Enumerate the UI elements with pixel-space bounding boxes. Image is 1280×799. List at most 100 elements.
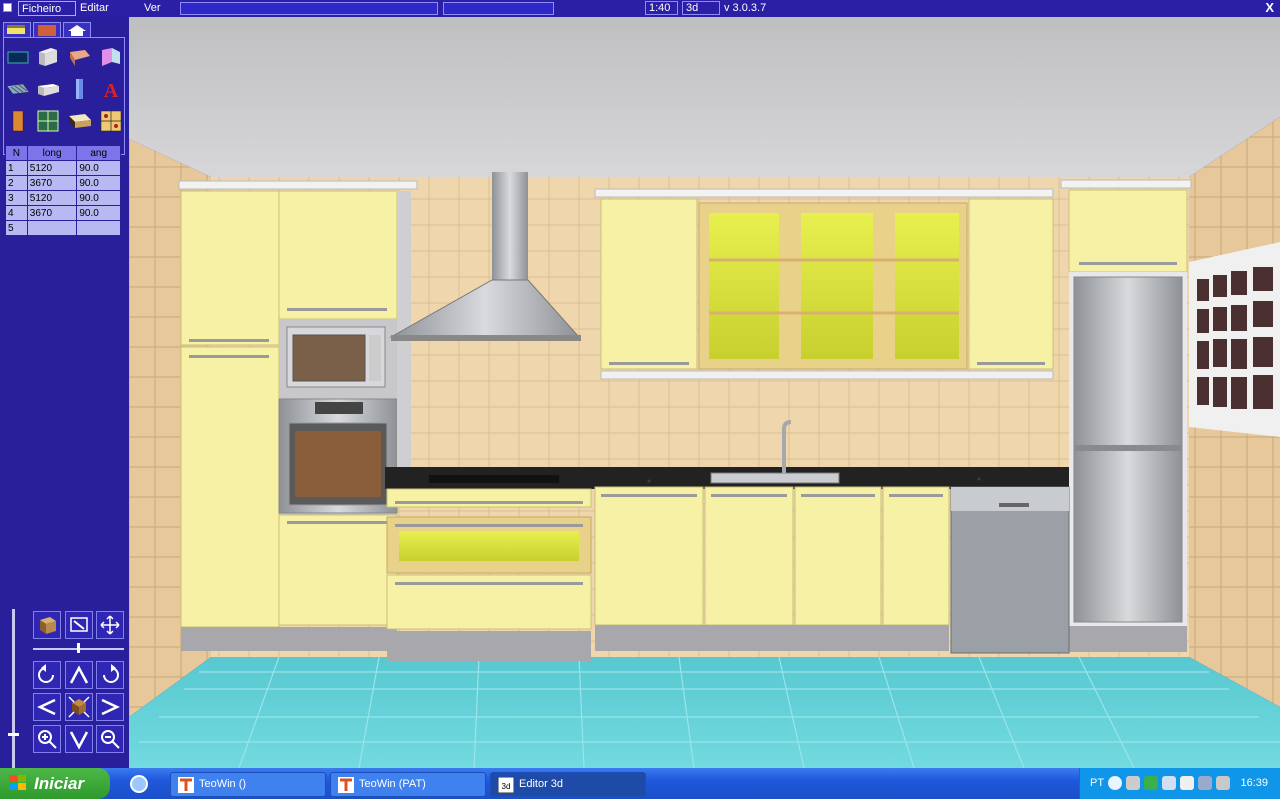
move-up-button[interactable] <box>65 661 93 689</box>
table-cell[interactable]: 90.0 <box>76 160 121 176</box>
toolbar-field-2[interactable] <box>443 2 554 15</box>
window-icon <box>37 110 59 132</box>
beam-icon <box>38 84 59 96</box>
table-cell[interactable]: 2 <box>5 175 28 191</box>
task-label: Editor 3d <box>519 778 564 790</box>
table-row[interactable]: 3 5120 90.0 <box>5 190 121 206</box>
close-button[interactable]: X <box>1265 0 1274 16</box>
connection-tray-icon[interactable] <box>1198 776 1212 790</box>
display-tray-icon[interactable] <box>1216 776 1230 790</box>
tool-tiles[interactable] <box>98 108 124 134</box>
arrow-left-icon <box>37 698 56 716</box>
move-down-button[interactable] <box>65 725 93 753</box>
zoom-slider-track[interactable] <box>12 609 15 769</box>
walls-tab-icon <box>7 25 25 34</box>
arrow-right-icon <box>101 698 120 716</box>
view-mode-display[interactable]: 3d <box>682 1 720 15</box>
browser-quicklaunch-icon[interactable] <box>130 775 148 793</box>
move-right-button[interactable] <box>96 693 124 721</box>
table-row[interactable]: 5 <box>5 220 121 236</box>
tool-wall-3d[interactable] <box>35 44 61 70</box>
table-cell[interactable]: 90.0 <box>76 190 121 206</box>
worktop-icon <box>69 114 91 128</box>
menu-editar[interactable]: Editar <box>77 1 112 16</box>
rotate-left-button[interactable] <box>33 661 61 689</box>
printer-tray-icon[interactable] <box>1126 776 1140 790</box>
tool-wall-rect[interactable] <box>5 44 31 70</box>
tool-grid: A <box>3 37 125 155</box>
3d-viewport[interactable] <box>129 17 1280 768</box>
select-button[interactable] <box>65 611 93 639</box>
tool-panel[interactable] <box>67 44 93 70</box>
table-row[interactable]: 4 3670 90.0 <box>5 205 121 221</box>
table-cell[interactable]: 3670 <box>26 175 78 191</box>
tool-corner[interactable] <box>98 44 124 70</box>
tool-door[interactable] <box>5 108 31 134</box>
kitchen-3d-render <box>129 17 1280 768</box>
tool-floor[interactable] <box>5 76 31 102</box>
table-cell[interactable]: 3 <box>5 190 28 206</box>
arrow-up-icon <box>69 665 89 684</box>
arrow-down-icon <box>69 731 89 750</box>
top-menu-bar: Ficheiro Editar Ver 1:40 3d v 3.0.3.7 X <box>0 0 1280 17</box>
materials-tab-icon <box>38 25 56 36</box>
table-cell[interactable]: 90.0 <box>76 205 121 221</box>
tool-worktop[interactable] <box>67 108 93 134</box>
table-row[interactable]: 1 5120 90.0 <box>5 160 121 176</box>
center-view-button[interactable] <box>65 693 93 721</box>
pan-button[interactable] <box>96 611 124 639</box>
tall-cabinet-left <box>178 180 418 651</box>
start-button[interactable]: Iniciar <box>0 768 110 799</box>
upper-cabinets <box>594 188 1054 380</box>
teowin-app-icon <box>338 777 354 793</box>
table-cell[interactable]: 5120 <box>26 160 78 176</box>
menu-ficheiro[interactable]: Ficheiro <box>18 1 76 16</box>
tray-expand-icon[interactable] <box>1108 776 1122 790</box>
tool-window[interactable] <box>35 108 61 134</box>
toolbar-field-1[interactable] <box>180 2 438 15</box>
tool-beam[interactable] <box>35 76 61 102</box>
rotate-right-button[interactable] <box>96 661 124 689</box>
tab-walls[interactable] <box>3 22 31 38</box>
task-label: TeoWin () <box>199 778 247 790</box>
zoom-out-button[interactable] <box>96 725 124 753</box>
box-icon <box>40 617 56 634</box>
table-cell[interactable]: 5120 <box>26 190 78 206</box>
table-cell[interactable] <box>76 220 121 236</box>
system-menu-icon[interactable] <box>3 3 12 12</box>
task-editor-3d[interactable]: 3d Editor 3d <box>490 772 646 797</box>
table-cell[interactable]: 4 <box>5 205 28 221</box>
language-indicator[interactable]: PT <box>1090 777 1104 789</box>
table-row[interactable]: 2 3670 90.0 <box>5 175 121 191</box>
table-cell[interactable]: 1 <box>5 160 28 176</box>
object-view-button[interactable] <box>33 611 61 639</box>
table-cell[interactable] <box>26 220 78 236</box>
zoom-out-icon <box>101 730 120 749</box>
task-teowin[interactable]: TeoWin () <box>170 772 326 797</box>
table-header-row: N long ang <box>5 145 121 161</box>
network-tray-icon[interactable] <box>1144 776 1158 790</box>
zoom-slider-thumb[interactable] <box>8 733 19 736</box>
text-icon: A <box>104 80 119 102</box>
table-cell[interactable]: 5 <box>5 220 28 236</box>
scale-display[interactable]: 1:40 <box>645 1 678 15</box>
zoom-in-button[interactable] <box>33 725 61 753</box>
left-tool-panel: A N long ang 1 5120 90.0 2 3670 90.0 3 5120 90… <box>0 17 129 769</box>
windows-taskbar: Iniciar TeoWin () TeoWin (PAT) 3d Editor… <box>0 768 1280 799</box>
task-teowin-pat[interactable]: TeoWin (PAT) <box>330 772 486 797</box>
speed-slider-thumb[interactable] <box>77 643 80 653</box>
tab-house[interactable] <box>63 22 91 38</box>
windows-logo-icon <box>9 775 26 790</box>
wall-icon <box>39 48 57 66</box>
move-left-button[interactable] <box>33 693 61 721</box>
menu-ver[interactable]: Ver <box>141 1 164 16</box>
clock[interactable]: 16:39 <box>1240 777 1268 789</box>
tool-column[interactable] <box>67 76 93 102</box>
corner-icon <box>102 48 120 66</box>
tool-text[interactable]: A <box>98 76 124 102</box>
safely-remove-tray-icon[interactable] <box>1162 776 1176 790</box>
volume-tray-icon[interactable] <box>1180 776 1194 790</box>
table-cell[interactable]: 90.0 <box>76 175 121 191</box>
tab-materials[interactable] <box>33 22 61 38</box>
table-cell[interactable]: 3670 <box>26 205 78 221</box>
